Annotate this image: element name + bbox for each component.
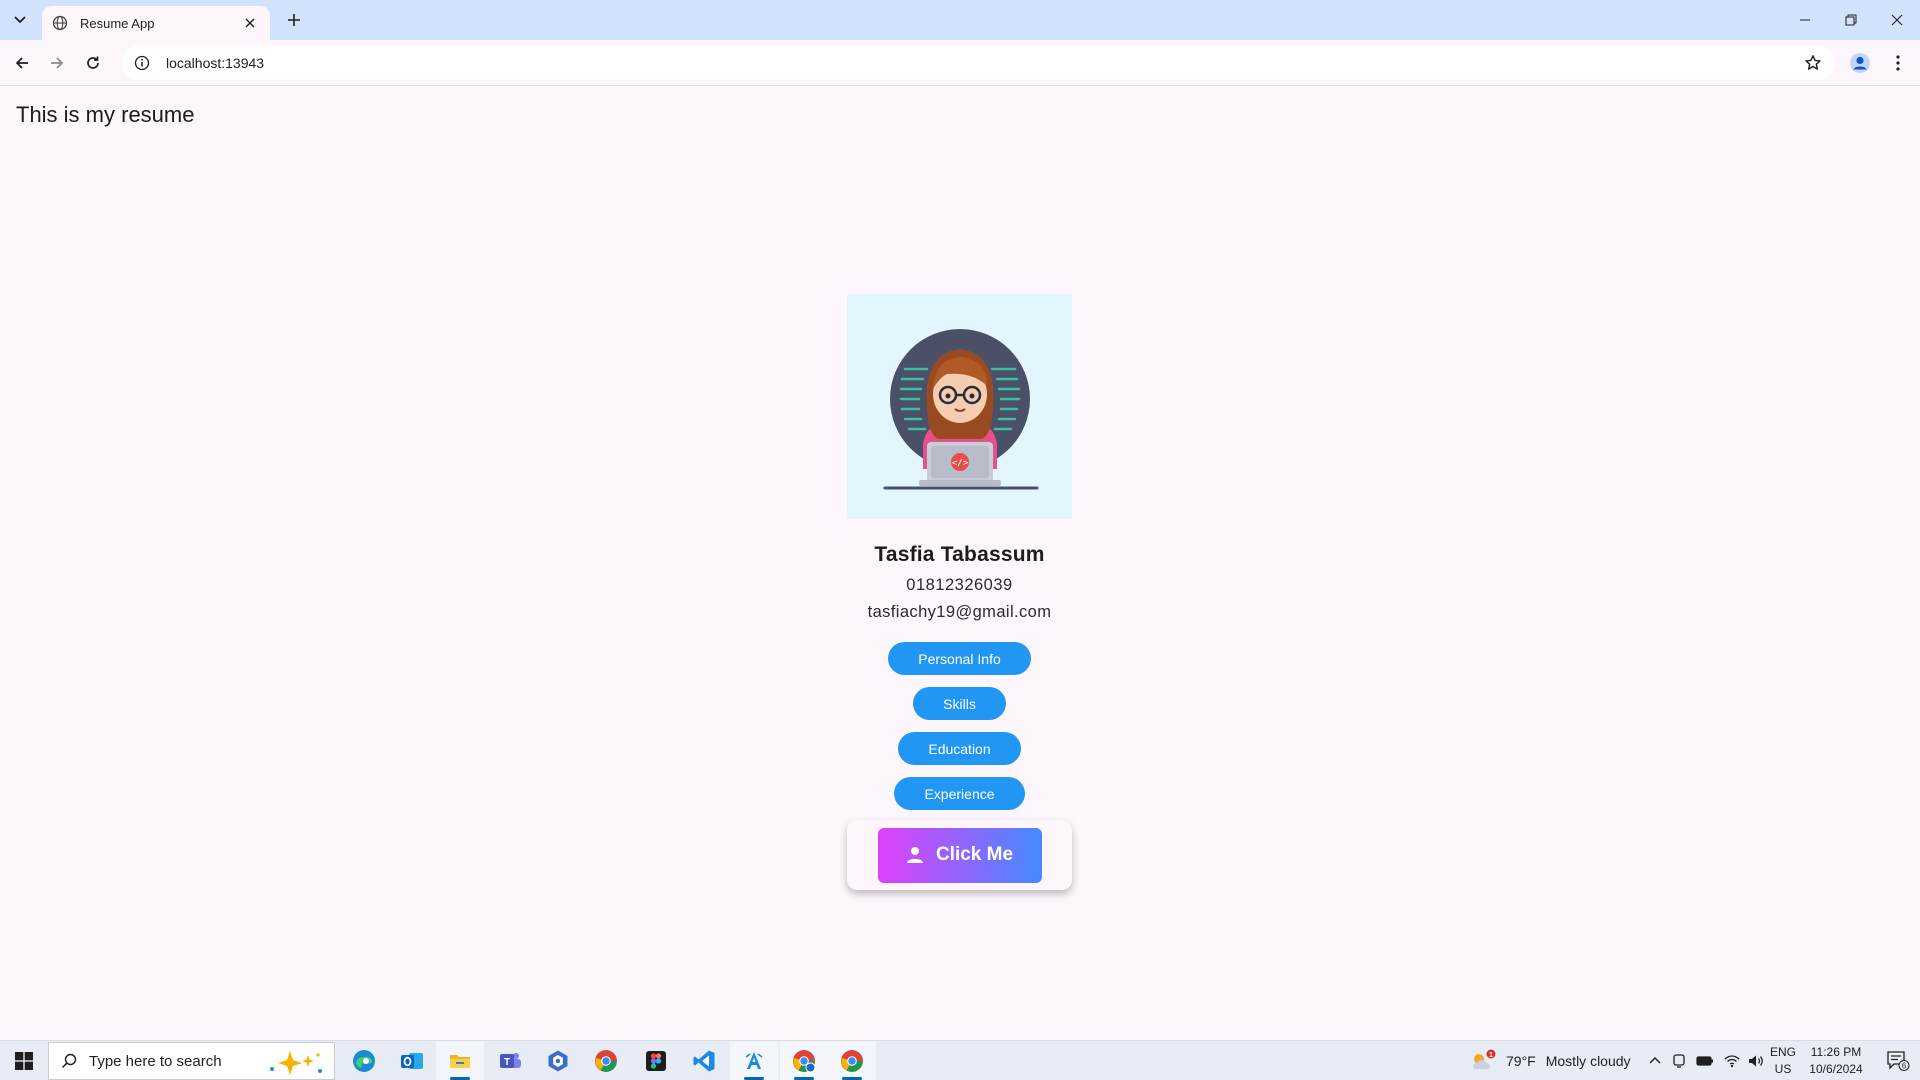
new-tab-button[interactable] (280, 8, 308, 32)
browser-tab[interactable]: Resume App (42, 6, 270, 40)
windows-taskbar: Type here to search T 1 79°F Mostly clou… (0, 1040, 1920, 1080)
experience-button[interactable]: Experience (894, 777, 1025, 810)
resume-page: This is my resume </> Tasfia Tabassum 01… (0, 87, 1920, 1039)
browser-toolbar: localhost:13943 (0, 40, 1920, 86)
page-title: This is my resume (16, 102, 195, 127)
hexagon-app-icon[interactable] (534, 1041, 582, 1080)
notification-icon: 6 (1887, 1051, 1910, 1071)
close-window-button[interactable] (1874, 0, 1920, 40)
reload-button[interactable] (79, 49, 107, 77)
bookmark-star-icon[interactable] (1803, 53, 1823, 73)
tray-icons (1648, 1041, 1764, 1080)
search-highlight-icon (270, 1051, 322, 1075)
click-me-label: Click Me (935, 844, 1014, 865)
chrome-active-app-icon[interactable] (828, 1041, 876, 1080)
svg-text:T: T (504, 1057, 510, 1068)
plus-icon (288, 14, 300, 26)
outlook-app-icon[interactable] (388, 1041, 436, 1080)
arrow-left-icon (15, 57, 28, 69)
clock-date: 10/6/2024 (1809, 1062, 1863, 1076)
cloudy-weather-icon: 1 (1473, 1049, 1496, 1069)
chevron-up-icon[interactable] (1648, 1054, 1662, 1068)
more-vertical-icon (1896, 55, 1900, 71)
figma-app-icon[interactable] (632, 1041, 680, 1080)
restore-icon (1845, 14, 1857, 26)
search-placeholder: Type here to search (89, 1052, 222, 1070)
tab-title: Resume App (80, 15, 155, 31)
url-text: localhost:13943 (166, 55, 265, 71)
minimize-icon (1800, 19, 1810, 21)
resume-phone: 01812326039 (906, 576, 1013, 594)
profile-illustration: </> (847, 294, 1072, 519)
language-indicator[interactable]: ENG US (1768, 1044, 1798, 1078)
person-icon (906, 847, 923, 863)
forward-button[interactable] (43, 49, 71, 77)
click-me-button[interactable]: Click Me (877, 827, 1042, 883)
weather-alert-count: 1 (1489, 1052, 1493, 1059)
chrome-profile-app-icon[interactable] (780, 1041, 828, 1080)
restore-button[interactable] (1828, 0, 1874, 40)
vscode-app-icon[interactable] (680, 1041, 728, 1080)
browser-menu-button[interactable] (1884, 49, 1912, 77)
clock-time: 11:26 PM (1810, 1045, 1862, 1059)
girl-coder-illustration: </> (883, 329, 1039, 490)
profile-button[interactable] (1846, 49, 1874, 77)
click-me-card: Click Me (847, 820, 1072, 890)
file-explorer-app-icon[interactable] (436, 1041, 484, 1080)
teams-app-icon[interactable]: T (486, 1041, 534, 1080)
resume-name: Tasfia Tabassum (874, 543, 1045, 566)
meet-now-icon[interactable] (1672, 1053, 1686, 1069)
browser-tab-bar: Resume App (0, 0, 1920, 40)
personal-info-button[interactable]: Personal Info (888, 642, 1031, 675)
info-icon[interactable] (132, 53, 152, 73)
windows-logo-icon (15, 1052, 33, 1070)
region-code: US (1774, 1062, 1792, 1076)
back-button[interactable] (8, 49, 36, 77)
weather-temp: 79°F (1506, 1053, 1536, 1069)
search-icon (61, 1053, 77, 1069)
taskbar-clock[interactable]: 11:26 PM 10/6/2024 (1800, 1044, 1872, 1078)
arrow-right-icon (51, 57, 64, 69)
close-icon (1891, 14, 1903, 26)
reload-icon (87, 56, 99, 69)
profile-avatar-icon (1850, 53, 1870, 73)
language-code: ENG (1769, 1045, 1796, 1059)
battery-icon[interactable] (1696, 1055, 1714, 1067)
taskbar-search[interactable]: Type here to search (48, 1042, 335, 1080)
address-bar[interactable]: localhost:13943 (122, 46, 1835, 80)
globe-icon (52, 15, 68, 31)
education-button[interactable]: Education (898, 732, 1021, 765)
svg-text:</>: </> (952, 459, 969, 469)
skills-button[interactable]: Skills (913, 687, 1006, 720)
a-app-icon[interactable] (730, 1041, 778, 1080)
close-tab-icon[interactable] (240, 13, 260, 33)
minimize-button[interactable] (1782, 0, 1828, 40)
resume-email: tasfiachy19@gmail.com (867, 603, 1052, 621)
notification-count: 6 (1902, 1062, 1907, 1071)
window-controls (1782, 0, 1920, 40)
resume-card: </> Tasfia Tabassum 01812326039 tasfiach… (847, 294, 1072, 890)
volume-icon[interactable] (1748, 1054, 1764, 1068)
tab-search-button[interactable] (6, 8, 34, 32)
weather-widget[interactable]: 1 79°F Mostly cloudy (1470, 1041, 1631, 1080)
weather-condition: Mostly cloudy (1545, 1053, 1631, 1069)
wifi-icon[interactable] (1724, 1054, 1740, 1068)
chrome-app-icon[interactable] (582, 1041, 630, 1080)
edge-app-icon[interactable] (340, 1041, 388, 1080)
notification-center-button[interactable]: 6 (1876, 1041, 1920, 1080)
start-button[interactable] (0, 1041, 48, 1080)
chevron-down-icon (14, 16, 26, 24)
